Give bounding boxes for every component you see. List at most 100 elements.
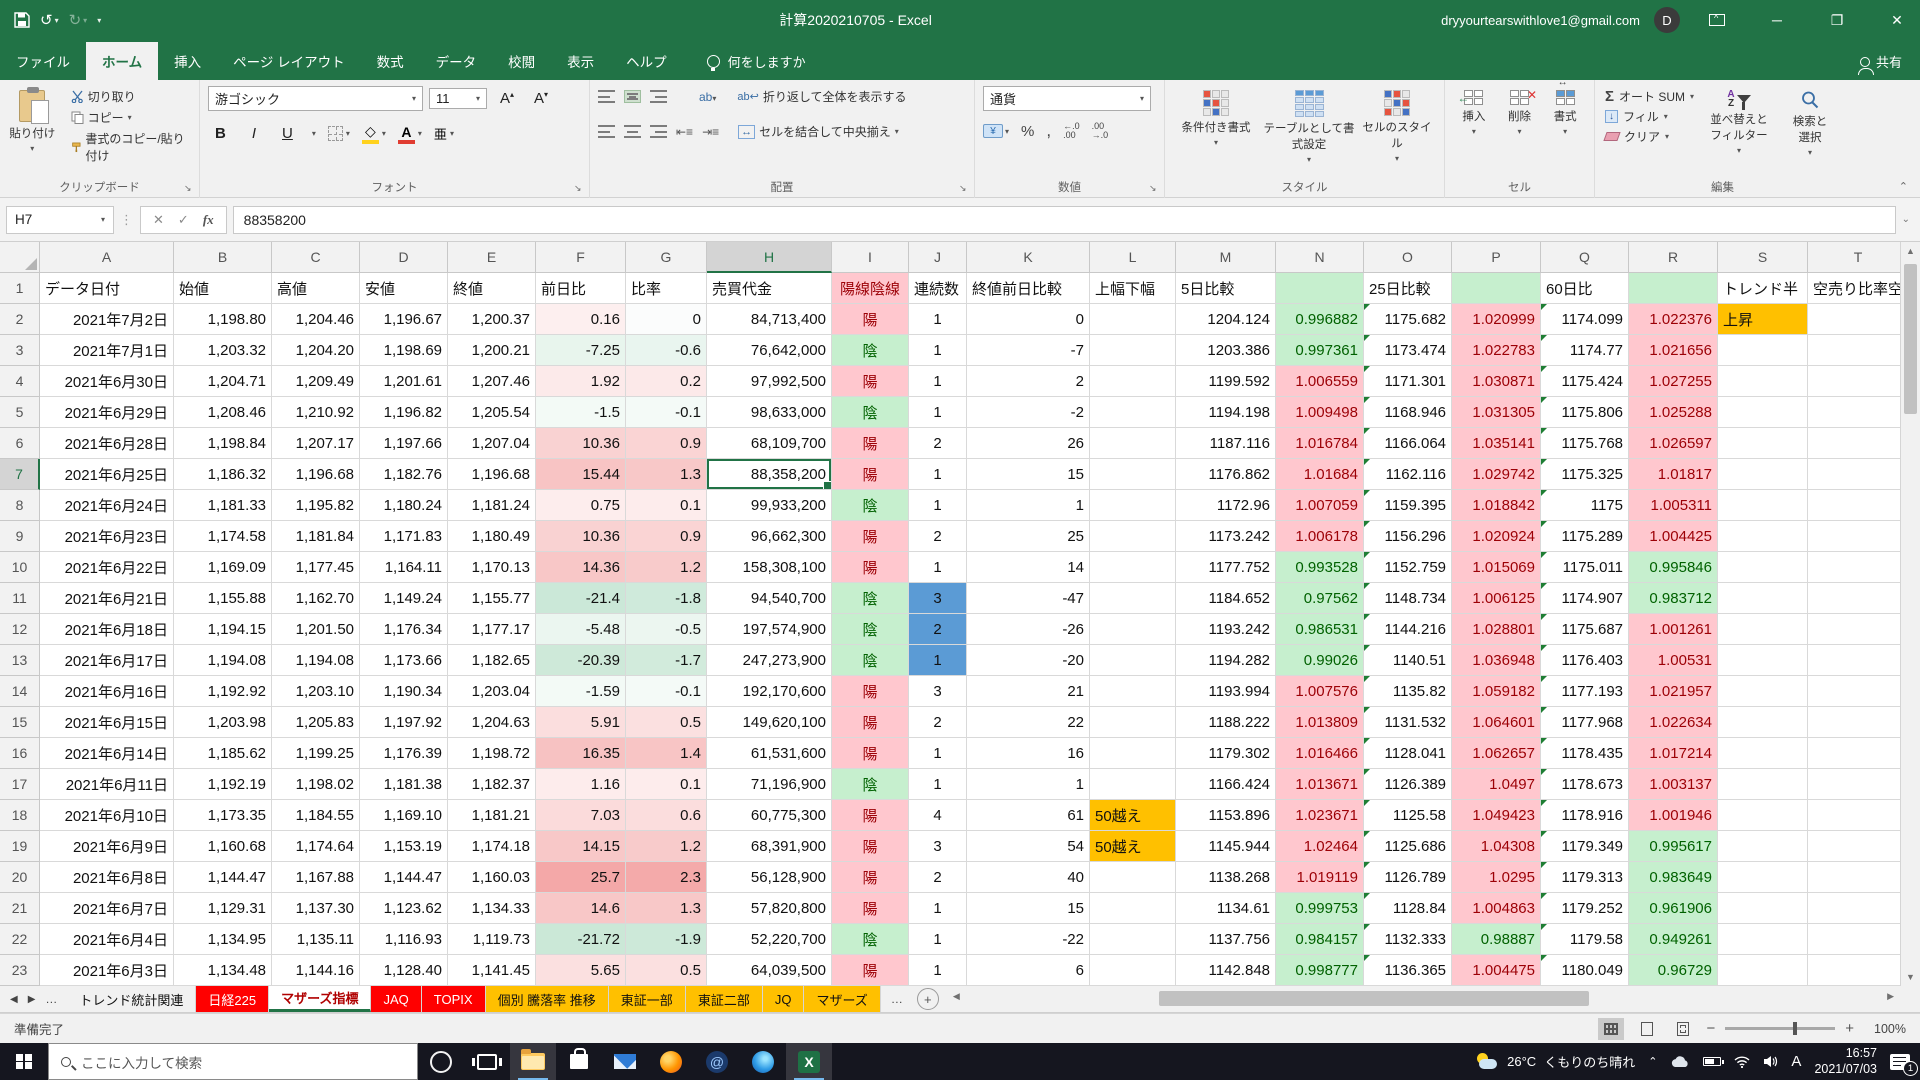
cell-S6[interactable] bbox=[1718, 428, 1808, 459]
cell-T17[interactable] bbox=[1808, 769, 1909, 800]
cell-R5[interactable]: 1.025288 bbox=[1629, 397, 1718, 428]
cell-L20[interactable] bbox=[1090, 862, 1176, 893]
cell-B7[interactable]: 1,186.32 bbox=[174, 459, 272, 490]
tray-expand-icon[interactable]: ⌃ bbox=[1648, 1055, 1657, 1068]
cell-O13[interactable]: 1140.51 bbox=[1364, 645, 1452, 676]
cell-D14[interactable]: 1,190.34 bbox=[360, 676, 448, 707]
cell-C1[interactable]: 高値 bbox=[272, 273, 360, 304]
tab-insert[interactable]: 挿入 bbox=[158, 42, 217, 80]
cell-P22[interactable]: 0.98887 bbox=[1452, 924, 1541, 955]
select-all-corner[interactable] bbox=[0, 242, 40, 273]
zoom-level[interactable]: 100% bbox=[1864, 1022, 1906, 1036]
cell-J16[interactable]: 1 bbox=[909, 738, 967, 769]
cell-G23[interactable]: 0.5 bbox=[626, 955, 707, 986]
cell-A18[interactable]: 2021年6月10日 bbox=[40, 800, 174, 831]
cell-L8[interactable] bbox=[1090, 490, 1176, 521]
cell-P21[interactable]: 1.004863 bbox=[1452, 893, 1541, 924]
sheet-tab-マザーズ[interactable]: マザーズ bbox=[804, 986, 880, 1012]
cell-Q14[interactable]: 1177.193 bbox=[1541, 676, 1629, 707]
accounting-format-button[interactable]: ¥▾ bbox=[983, 124, 1009, 138]
cell-N14[interactable]: 1.007576 bbox=[1276, 676, 1364, 707]
row-header-5[interactable]: 5 bbox=[0, 397, 40, 428]
cell-B12[interactable]: 1,194.15 bbox=[174, 614, 272, 645]
format-painter-button[interactable]: 書式のコピー/貼り付け bbox=[67, 128, 191, 166]
maximize-button[interactable]: ❐ bbox=[1814, 0, 1860, 40]
cell-G13[interactable]: -1.7 bbox=[626, 645, 707, 676]
row-header-11[interactable]: 11 bbox=[0, 583, 40, 614]
cell-O1[interactable]: 25日比較 bbox=[1364, 273, 1452, 304]
wrap-text-button[interactable]: ab↩ 折り返して全体を表示する bbox=[733, 86, 910, 107]
page-layout-view-button[interactable] bbox=[1634, 1018, 1660, 1040]
firefox-button[interactable] bbox=[648, 1043, 694, 1080]
bold-button[interactable]: B bbox=[208, 123, 233, 144]
row-header-12[interactable]: 12 bbox=[0, 614, 40, 645]
cell-N11[interactable]: 0.97562 bbox=[1276, 583, 1364, 614]
cell-A15[interactable]: 2021年6月15日 bbox=[40, 707, 174, 738]
cell-J11[interactable]: 3 bbox=[909, 583, 967, 614]
cell-B19[interactable]: 1,160.68 bbox=[174, 831, 272, 862]
taskbar-clock[interactable]: 16:57 2021/07/03 bbox=[1814, 1046, 1877, 1077]
cell-B6[interactable]: 1,198.84 bbox=[174, 428, 272, 459]
cell-K1[interactable]: 終値前日比較 bbox=[967, 273, 1090, 304]
cell-B20[interactable]: 1,144.47 bbox=[174, 862, 272, 893]
cell-L4[interactable] bbox=[1090, 366, 1176, 397]
percent-style-button[interactable]: % bbox=[1021, 123, 1034, 140]
cell-H8[interactable]: 99,933,200 bbox=[707, 490, 832, 521]
cell-G19[interactable]: 1.2 bbox=[626, 831, 707, 862]
cell-S9[interactable] bbox=[1718, 521, 1808, 552]
cell-F8[interactable]: 0.75 bbox=[536, 490, 626, 521]
cell-L17[interactable] bbox=[1090, 769, 1176, 800]
cell-S22[interactable] bbox=[1718, 924, 1808, 955]
col-header-T[interactable]: T bbox=[1808, 242, 1909, 273]
confirm-entry-icon[interactable]: ✓ bbox=[178, 212, 189, 228]
cell-C11[interactable]: 1,162.70 bbox=[272, 583, 360, 614]
cell-G10[interactable]: 1.2 bbox=[626, 552, 707, 583]
cell-K15[interactable]: 22 bbox=[967, 707, 1090, 738]
zoom-in-button[interactable]: + bbox=[1845, 1020, 1854, 1037]
cell-P18[interactable]: 1.049423 bbox=[1452, 800, 1541, 831]
zoom-slider[interactable] bbox=[1725, 1027, 1835, 1030]
cell-O11[interactable]: 1148.734 bbox=[1364, 583, 1452, 614]
zoom-out-button[interactable]: − bbox=[1706, 1020, 1715, 1037]
cell-D12[interactable]: 1,176.34 bbox=[360, 614, 448, 645]
cell-A17[interactable]: 2021年6月11日 bbox=[40, 769, 174, 800]
cell-G21[interactable]: 1.3 bbox=[626, 893, 707, 924]
cell-S19[interactable] bbox=[1718, 831, 1808, 862]
cell-F1[interactable]: 前日比 bbox=[536, 273, 626, 304]
cell-A9[interactable]: 2021年6月23日 bbox=[40, 521, 174, 552]
cell-B15[interactable]: 1,203.98 bbox=[174, 707, 272, 738]
cell-T7[interactable] bbox=[1808, 459, 1909, 490]
cell-M3[interactable]: 1203.386 bbox=[1176, 335, 1276, 366]
cell-G14[interactable]: -0.1 bbox=[626, 676, 707, 707]
increase-decimal-button[interactable]: ←.0.00 bbox=[1063, 122, 1080, 140]
cell-Q1[interactable]: 60日比 bbox=[1541, 273, 1629, 304]
cell-D11[interactable]: 1,149.24 bbox=[360, 583, 448, 614]
close-button[interactable]: ✕ bbox=[1874, 0, 1920, 40]
tab-formulas[interactable]: 数式 bbox=[361, 42, 420, 80]
cell-G8[interactable]: 0.1 bbox=[626, 490, 707, 521]
cell-R9[interactable]: 1.004425 bbox=[1629, 521, 1718, 552]
cell-B16[interactable]: 1,185.62 bbox=[174, 738, 272, 769]
cortana-button[interactable] bbox=[418, 1043, 464, 1080]
cell-G3[interactable]: -0.6 bbox=[626, 335, 707, 366]
cell-P4[interactable]: 1.030871 bbox=[1452, 366, 1541, 397]
cell-S15[interactable] bbox=[1718, 707, 1808, 738]
cell-D3[interactable]: 1,198.69 bbox=[360, 335, 448, 366]
row-header-1[interactable]: 1 bbox=[0, 273, 40, 304]
cell-L6[interactable] bbox=[1090, 428, 1176, 459]
cell-Q4[interactable]: 1175.424 bbox=[1541, 366, 1629, 397]
cell-D15[interactable]: 1,197.92 bbox=[360, 707, 448, 738]
cell-D16[interactable]: 1,176.39 bbox=[360, 738, 448, 769]
scroll-up-icon[interactable]: ▲ bbox=[1901, 242, 1920, 260]
row-header-22[interactable]: 22 bbox=[0, 924, 40, 955]
cell-R22[interactable]: 0.949261 bbox=[1629, 924, 1718, 955]
cell-N20[interactable]: 1.019119 bbox=[1276, 862, 1364, 893]
cell-C22[interactable]: 1,135.11 bbox=[272, 924, 360, 955]
cell-O6[interactable]: 1166.064 bbox=[1364, 428, 1452, 459]
cell-S4[interactable] bbox=[1718, 366, 1808, 397]
row-header-16[interactable]: 16 bbox=[0, 738, 40, 769]
cell-M21[interactable]: 1134.61 bbox=[1176, 893, 1276, 924]
cell-R13[interactable]: 1.00531 bbox=[1629, 645, 1718, 676]
cell-M6[interactable]: 1187.116 bbox=[1176, 428, 1276, 459]
cell-A16[interactable]: 2021年6月14日 bbox=[40, 738, 174, 769]
